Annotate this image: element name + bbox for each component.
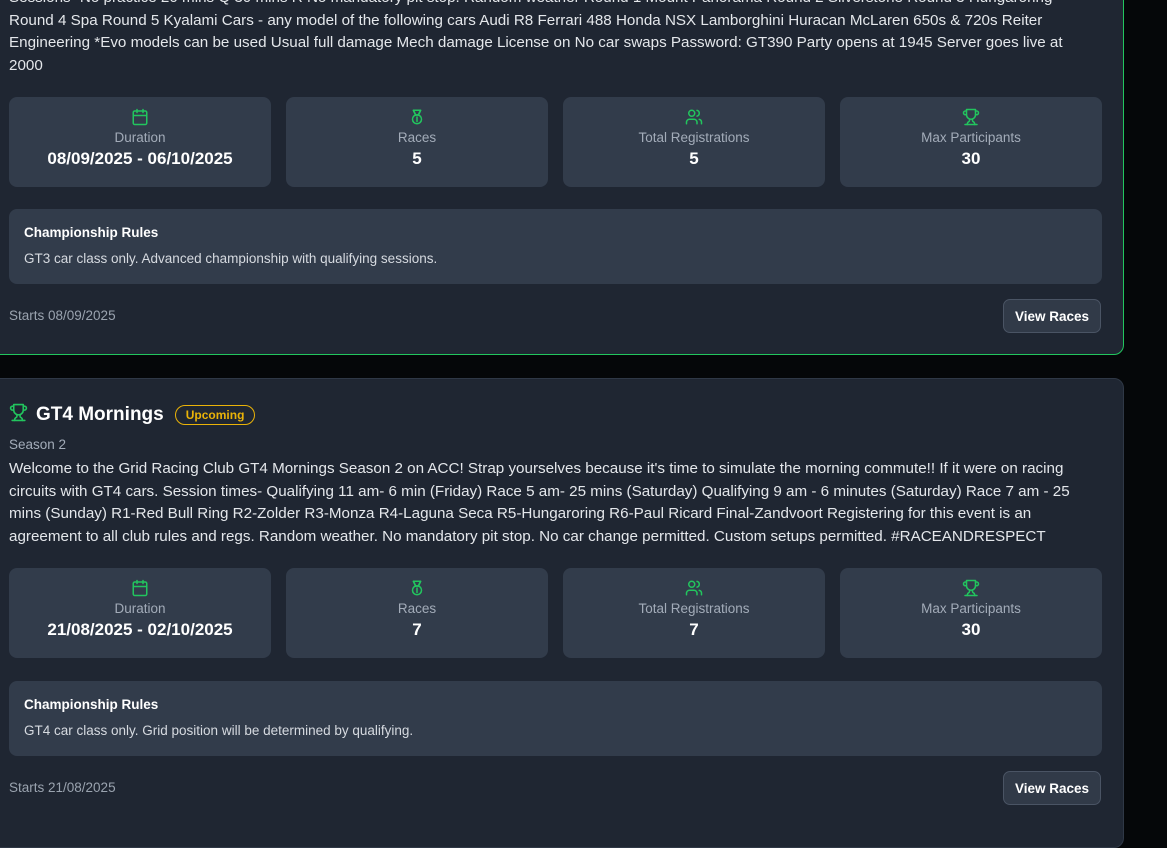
championship-description: Welcome to the Grid Racing Club GT4 Morn… xyxy=(9,460,1070,545)
stat-total-registrations: Total Registrations 5 xyxy=(563,97,825,187)
stat-value: 7 xyxy=(412,620,422,639)
stat-max-participants: Max Participants 30 xyxy=(840,97,1102,187)
stat-label: Max Participants xyxy=(921,130,1021,145)
start-date: Starts 08/09/2025 xyxy=(9,308,116,323)
users-icon xyxy=(685,108,703,126)
rules-title: Championship Rules xyxy=(24,697,159,712)
stat-label: Duration xyxy=(114,601,166,616)
start-date: Starts 21/08/2025 xyxy=(9,780,116,795)
calendar-icon xyxy=(131,579,149,597)
championship-description: Sessions- No practice 20 mins Q 30 mins … xyxy=(9,0,1063,74)
championship-rules: Championship Rules GT4 car class only. G… xyxy=(9,681,1102,756)
calendar-icon xyxy=(131,108,149,126)
stat-label: Races xyxy=(397,130,437,145)
stat-label: Duration xyxy=(114,130,166,145)
stat-value: 08/09/2025 - 06/10/2025 xyxy=(47,149,233,168)
users-icon xyxy=(685,579,703,597)
championship-title: GT4 Mornings xyxy=(36,404,164,425)
stat-value: 21/08/2025 - 02/10/2025 xyxy=(47,620,233,639)
stat-label: Max Participants xyxy=(921,601,1021,616)
stat-duration: Duration 21/08/2025 - 02/10/2025 xyxy=(9,568,271,658)
stat-value: 30 xyxy=(961,620,981,639)
medal-icon xyxy=(408,108,426,126)
rules-title: Championship Rules xyxy=(24,225,159,240)
stats-row: Duration 21/08/2025 - 02/10/2025 Races 7… xyxy=(9,568,1102,658)
stat-label: Total Registrations xyxy=(638,130,750,145)
championship-rules: Championship Rules GT3 car class only. A… xyxy=(9,209,1102,284)
championship-card: GT4 Mornings Upcoming Season 2 Welcome t… xyxy=(0,378,1124,848)
stat-total-registrations: Total Registrations 7 xyxy=(563,568,825,658)
trophy-icon xyxy=(962,108,980,126)
trophy-icon xyxy=(9,403,28,427)
stat-value: 7 xyxy=(689,620,699,639)
view-races-button[interactable]: View Races xyxy=(1003,299,1101,333)
rules-text: GT3 car class only. Advanced championshi… xyxy=(24,251,438,266)
stat-value: 5 xyxy=(412,149,422,168)
status-badge: Upcoming xyxy=(174,405,256,425)
stat-max-participants: Max Participants 30 xyxy=(840,568,1102,658)
stat-races: Races 7 xyxy=(286,568,548,658)
trophy-icon xyxy=(962,579,980,597)
stat-label: Total Registrations xyxy=(638,601,750,616)
stats-row: Duration 08/09/2025 - 06/10/2025 Races 5… xyxy=(9,97,1102,187)
stat-value: 5 xyxy=(689,149,699,168)
stat-label: Races xyxy=(397,601,437,616)
rules-text: GT4 car class only. Grid position will b… xyxy=(24,723,414,738)
view-races-button[interactable]: View Races xyxy=(1003,771,1101,805)
stat-races: Races 5 xyxy=(286,97,548,187)
championship-header: GT4 Mornings Upcoming xyxy=(9,403,256,427)
stat-value: 30 xyxy=(961,149,981,168)
championship-card: Sessions- No practice 20 mins Q 30 mins … xyxy=(0,0,1124,355)
championship-season: Season 2 xyxy=(9,437,67,452)
medal-icon xyxy=(408,579,426,597)
stat-duration: Duration 08/09/2025 - 06/10/2025 xyxy=(9,97,271,187)
